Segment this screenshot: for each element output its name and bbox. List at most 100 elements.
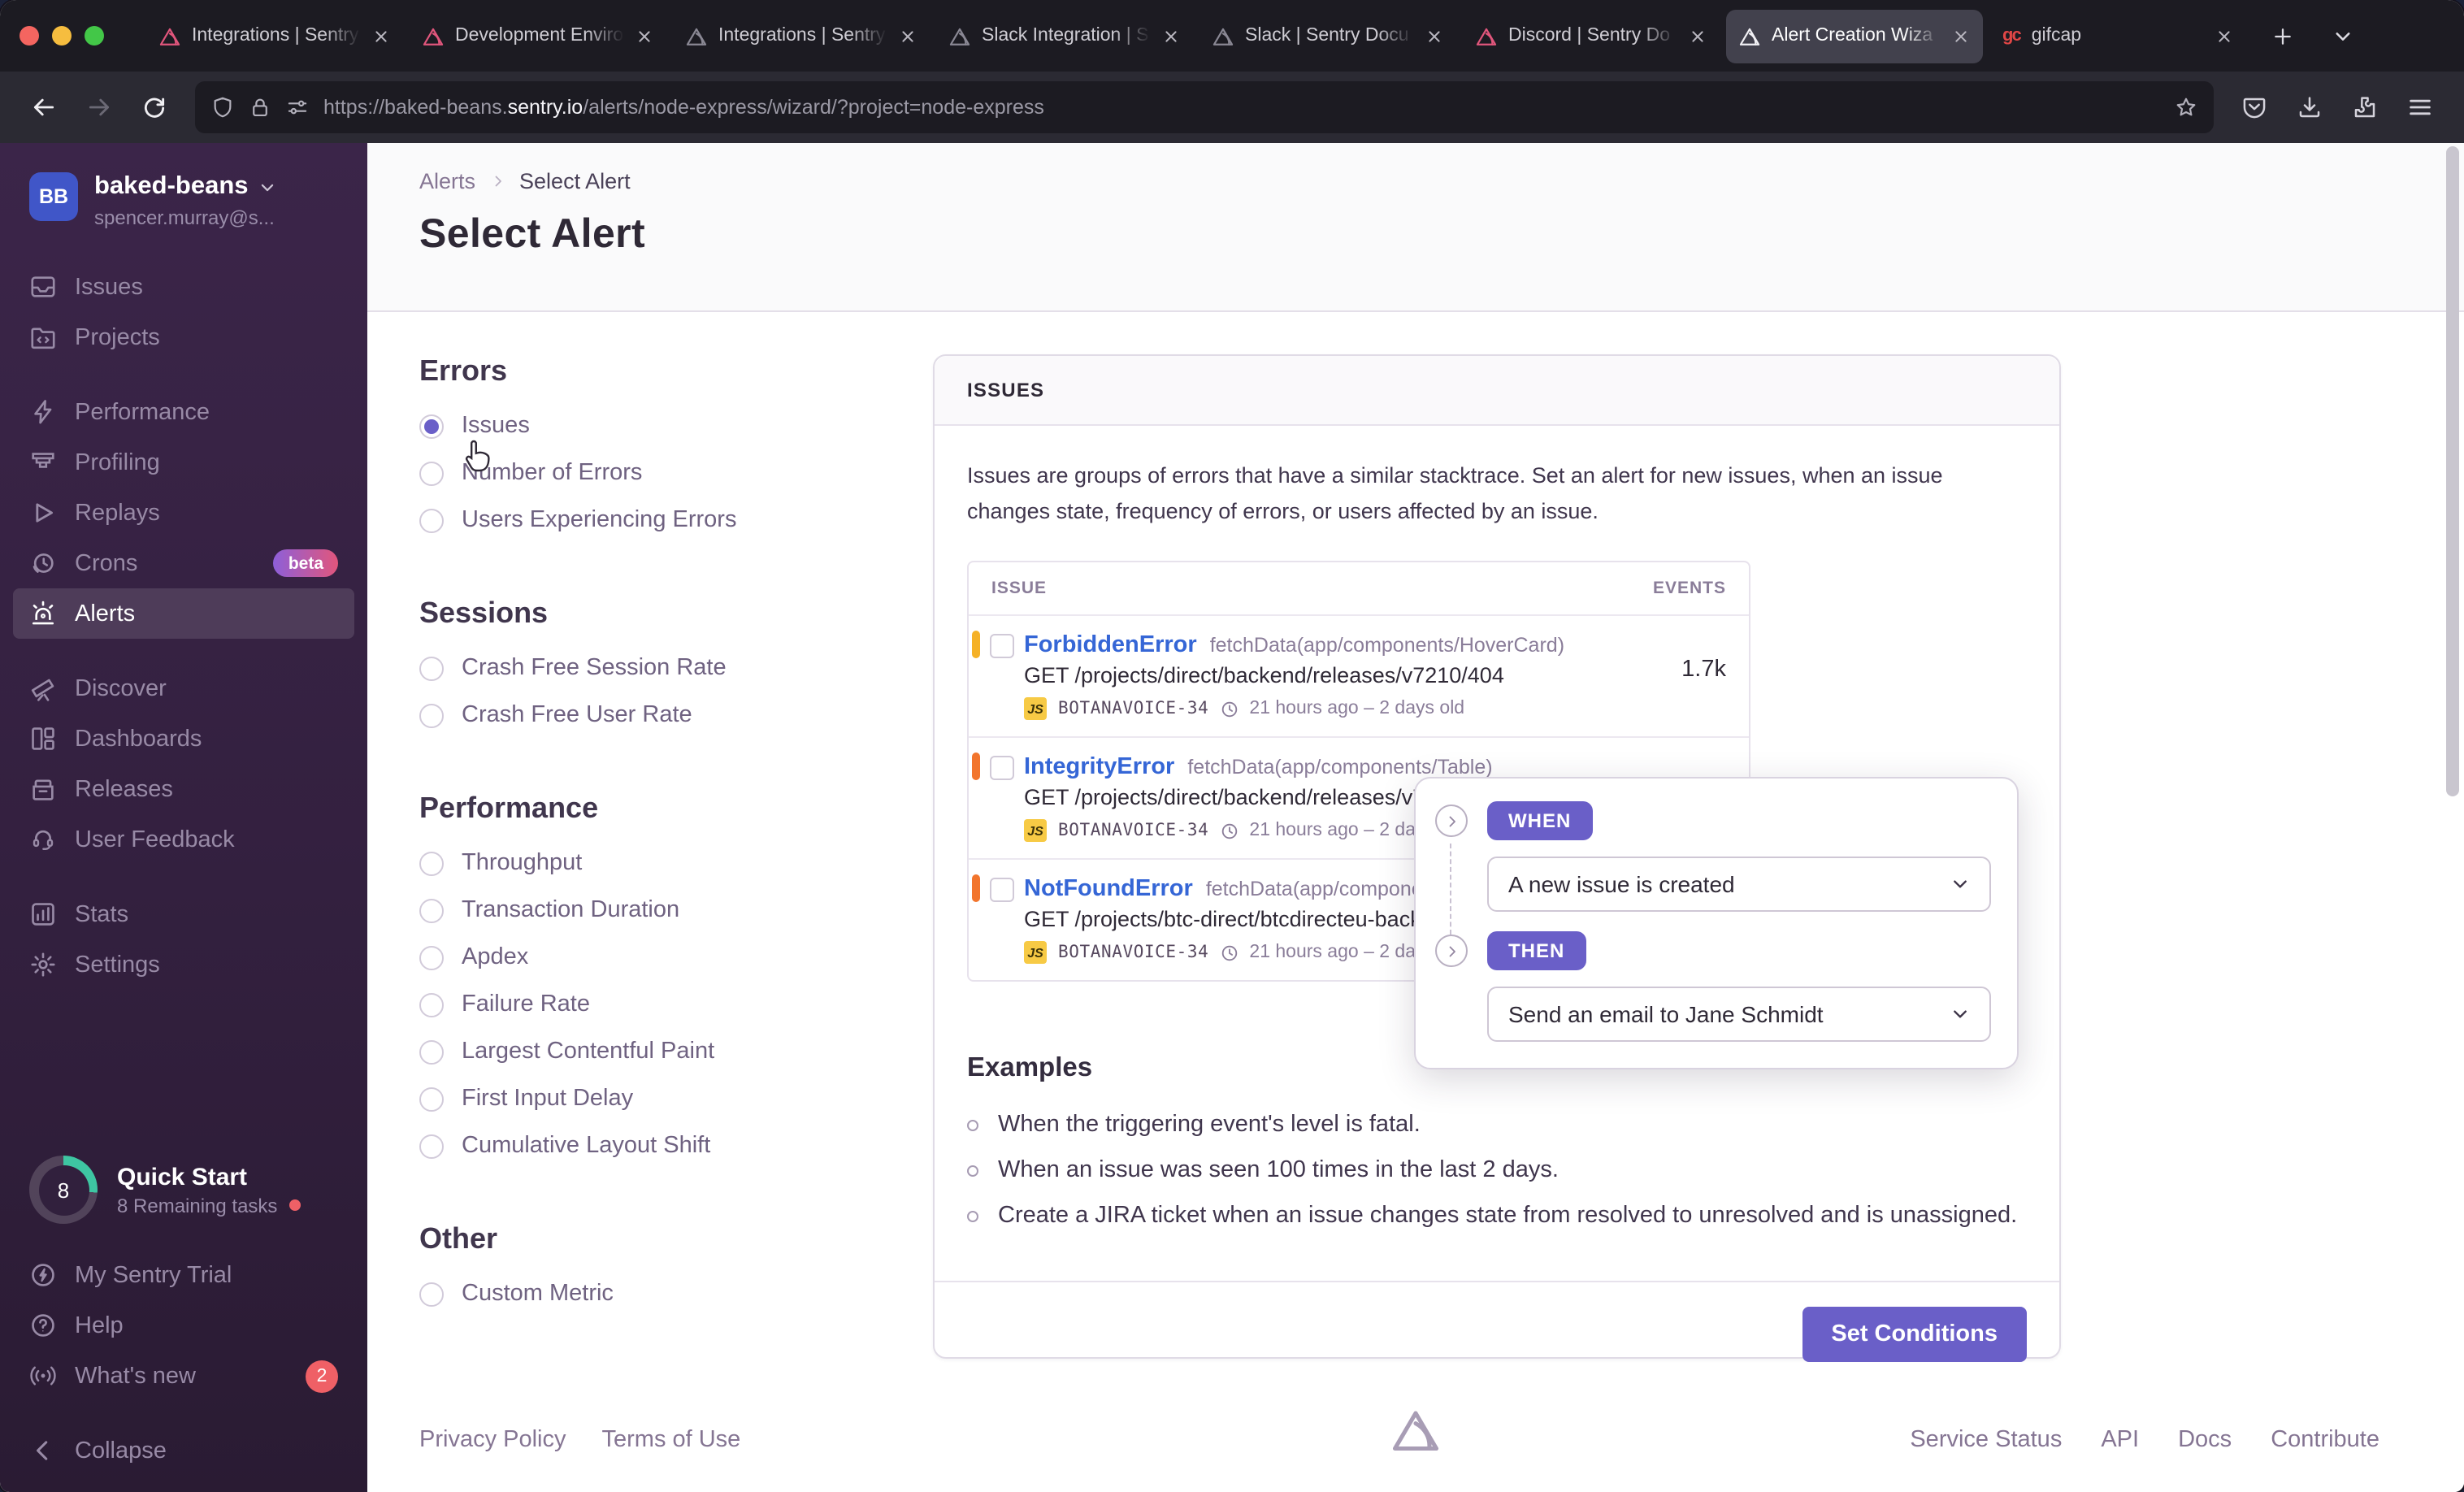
tracking-protection-shield-icon[interactable] [211,96,234,119]
docs-link[interactable]: Docs [2178,1427,2232,1453]
issue-title-link[interactable]: NotFoundError [1024,876,1193,902]
terms-of-use-link[interactable]: Terms of Use [602,1427,741,1453]
radio-circle[interactable] [419,898,444,922]
sidebar-item-profiling[interactable]: Profiling [13,437,354,488]
window-minimize-button[interactable] [52,26,72,46]
lock-icon[interactable] [249,96,271,119]
site-permissions-icon[interactable] [286,96,309,119]
sidebar-item-my-sentry-trial[interactable]: My Sentry Trial [13,1250,354,1300]
radio-apdex[interactable]: Apdex [419,944,933,970]
row-checkbox[interactable] [990,634,1014,659]
scrollbar[interactable] [2446,146,2459,796]
row-checkbox[interactable] [990,878,1014,903]
sidebar-item-help[interactable]: Help [13,1300,354,1351]
radio-issues[interactable]: Issues [419,413,933,439]
radio-circle[interactable] [419,414,444,438]
tab-slack-integration[interactable]: Slack Integration | S [936,9,1193,63]
sidebar-item-performance[interactable]: Performance [13,387,354,437]
forward-button[interactable] [75,83,124,132]
sidebar-collapse-button[interactable]: Collapse [13,1425,354,1476]
tab-close-icon[interactable] [1162,27,1180,45]
menu-icon[interactable] [2396,83,2444,132]
list-tabs-icon[interactable] [2332,25,2353,46]
tab-alert-creation-wizard[interactable]: Alert Creation Wiza [1726,9,1983,63]
sidebar-item-replays[interactable]: Replays [13,488,354,538]
tab-close-icon[interactable] [372,27,390,45]
radio-failure-rate[interactable]: Failure Rate [419,991,933,1017]
new-tab-button[interactable] [2272,25,2293,46]
issue-title-link[interactable]: ForbiddenError [1024,632,1197,658]
then-select[interactable]: Send an email to Jane Schmidt [1487,987,1991,1042]
back-button[interactable] [20,83,68,132]
window-zoom-button[interactable] [85,26,104,46]
radio-circle[interactable] [419,461,444,485]
org-switcher[interactable]: BB baked-beans spencer.murray@s... [0,143,367,229]
downloads-icon[interactable] [2285,83,2334,132]
quick-start-subtitle: 8 Remaining tasks [117,1194,278,1217]
contribute-link[interactable]: Contribute [2271,1427,2379,1453]
radio-circle[interactable] [419,656,444,680]
set-conditions-button[interactable]: Set Conditions [1802,1307,2027,1363]
sidebar-item-settings[interactable]: Settings [13,939,354,990]
sidebar-item-releases[interactable]: Releases [13,764,354,814]
radio-custom-metric[interactable]: Custom Metric [419,1281,933,1307]
radio-circle[interactable] [419,992,444,1017]
sidebar-item-dashboards[interactable]: Dashboards [13,713,354,764]
radio-crash-free-session-rate[interactable]: Crash Free Session Rate [419,655,933,681]
sidebar-item-crons[interactable]: Crons beta [13,538,354,588]
issue-title-link[interactable]: IntegrityError [1024,754,1174,780]
radio-users-experiencing-errors[interactable]: Users Experiencing Errors [419,507,933,533]
radio-number-of-errors[interactable]: Number of Errors [419,460,933,486]
tab-close-icon[interactable] [2215,27,2233,45]
tab-integrations-1[interactable]: Integrations | Sentry [146,9,403,63]
service-status-link[interactable]: Service Status [1910,1427,2062,1453]
row-checkbox[interactable] [990,756,1014,781]
radio-throughput[interactable]: Throughput [419,850,933,876]
when-select[interactable]: A new issue is created [1487,857,1991,912]
bookmark-star-icon[interactable] [2175,96,2197,119]
tab-discord-docs[interactable]: Discord | Sentry Do [1463,9,1720,63]
sentry-app: BB baked-beans spencer.murray@s... Issue… [0,143,2464,1492]
radio-transaction-duration[interactable]: Transaction Duration [419,897,933,923]
extensions-icon[interactable] [2340,83,2389,132]
breadcrumb-alerts-link[interactable]: Alerts [419,169,475,193]
quick-start[interactable]: 8 Quick Start 8 Remaining tasks [0,1156,367,1224]
tab-gifcap[interactable]: gc gifcap [1989,9,2246,63]
card-footer: Set Conditions [935,1281,2059,1386]
radio-circle[interactable] [419,1086,444,1111]
sidebar-item-user-feedback[interactable]: User Feedback [13,814,354,865]
radio-circle[interactable] [419,1134,444,1158]
tab-close-icon[interactable] [636,27,653,45]
sidebar-item-stats[interactable]: Stats [13,889,354,939]
pocket-icon[interactable] [2230,83,2279,132]
tab-close-icon[interactable] [899,27,917,45]
api-link[interactable]: API [2101,1427,2139,1453]
tab-close-icon[interactable] [1425,27,1443,45]
radio-circle[interactable] [419,508,444,532]
radio-circle[interactable] [419,1282,444,1306]
radio-crash-free-user-rate[interactable]: Crash Free User Rate [419,702,933,728]
refresh-button[interactable] [130,83,179,132]
table-row[interactable]: ForbiddenError fetchData(app/components/H… [969,614,1749,736]
sidebar-item-projects[interactable]: Projects [13,312,354,362]
sidebar-item-issues[interactable]: Issues [13,262,354,312]
radio-first-input-delay[interactable]: First Input Delay [419,1086,933,1112]
radio-circle[interactable] [419,945,444,969]
radio-circle[interactable] [419,851,444,875]
tab-title: Integrations | Sentry [192,26,359,46]
privacy-policy-link[interactable]: Privacy Policy [419,1427,566,1453]
tab-close-icon[interactable] [1952,27,1970,45]
sidebar-item-whats-new[interactable]: What's new 2 [13,1351,354,1401]
tab-slack-docs[interactable]: Slack | Sentry Docu [1199,9,1456,63]
radio-circle[interactable] [419,703,444,727]
sidebar-item-discover[interactable]: Discover [13,663,354,713]
radio-circle[interactable] [419,1039,444,1064]
radio-largest-contentful-paint[interactable]: Largest Contentful Paint [419,1039,933,1065]
tab-development-environment[interactable]: Development Enviro [410,9,666,63]
tab-close-icon[interactable] [1689,27,1707,45]
window-close-button[interactable] [20,26,39,46]
sidebar-item-alerts[interactable]: Alerts [13,588,354,639]
address-bar[interactable]: https://baked-beans.sentry.io/alerts/nod… [195,81,2214,133]
radio-cumulative-layout-shift[interactable]: Cumulative Layout Shift [419,1133,933,1159]
tab-integrations-2[interactable]: Integrations | Sentry [673,9,930,63]
